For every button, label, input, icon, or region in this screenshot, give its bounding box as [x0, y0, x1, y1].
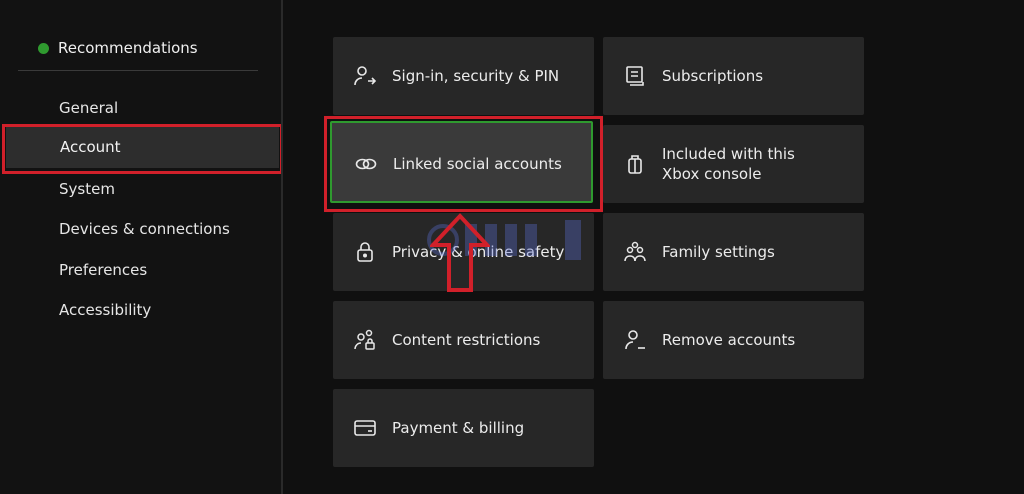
person-remove-icon: [625, 330, 645, 350]
tile-subscriptions[interactable]: Subscriptions: [603, 37, 864, 115]
recommendations-label: Recommendations: [58, 39, 198, 57]
annotation-highlight-linked-social: [324, 116, 603, 212]
tile-sign-in-security-pin[interactable]: Sign-in, security & PIN: [333, 37, 594, 115]
tile-label: Remove accounts: [662, 331, 796, 349]
tile-label: Family settings: [662, 243, 775, 261]
tile-included-with-xbox[interactable]: Included with this Xbox console: [603, 125, 864, 203]
tile-remove-accounts[interactable]: Remove accounts: [603, 301, 864, 379]
tile-label: Sign-in, security & PIN: [392, 67, 560, 85]
sidebar-item-system[interactable]: System: [59, 178, 115, 200]
tile-label: Included with this Xbox console: [662, 145, 795, 183]
sidebar-item-accessibility[interactable]: Accessibility: [59, 299, 151, 321]
credit-card-icon: [354, 420, 376, 436]
annotation-arrow-up-icon: [430, 213, 490, 292]
person-lock-icon: [354, 329, 375, 350]
lock-icon: [357, 242, 373, 262]
annotation-highlight-account: [2, 124, 283, 174]
family-icon: [624, 241, 646, 262]
sidebar-item-general[interactable]: General: [59, 97, 118, 119]
sidebar-divider: [18, 70, 258, 71]
tile-content-restrictions[interactable]: Content restrictions: [333, 301, 594, 379]
status-dot-icon: [38, 42, 49, 54]
person-key-icon: [354, 66, 377, 86]
tile-label: Content restrictions: [392, 331, 541, 349]
tile-family-settings[interactable]: Family settings: [603, 213, 864, 291]
sidebar-vertical-divider: [281, 0, 283, 494]
gift-icon: [628, 155, 642, 174]
tile-label: Payment & billing: [392, 419, 525, 437]
subscription-list-icon: [626, 66, 644, 86]
recommendations-item[interactable]: Recommendations: [38, 38, 198, 58]
tile-payment-billing[interactable]: Payment & billing: [333, 389, 594, 467]
tile-label: Subscriptions: [662, 67, 764, 85]
settings-sidebar: Recommendations General Account System D…: [0, 0, 283, 494]
sidebar-item-preferences[interactable]: Preferences: [59, 259, 147, 281]
sidebar-item-devices-connections[interactable]: Devices & connections: [59, 218, 230, 240]
